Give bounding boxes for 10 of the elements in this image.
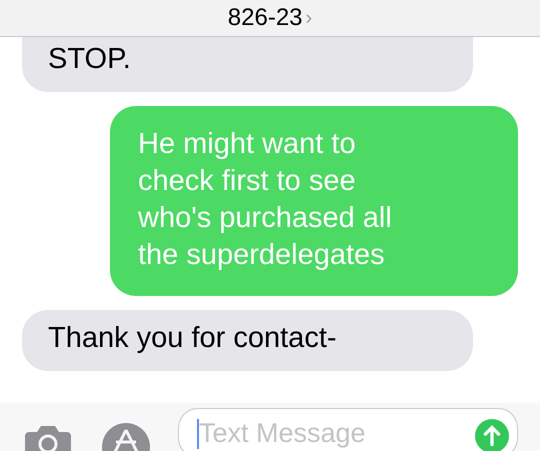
placeholder-text: Text Message [199, 418, 367, 449]
message-bubble: STOP. [22, 37, 473, 92]
chevron-icon[interactable]: › [306, 6, 312, 30]
app-store-icon[interactable] [101, 422, 151, 451]
message-input-field[interactable]: Text Message [178, 408, 518, 451]
message-bubble: Thank you for contact- [22, 310, 473, 371]
message-bubble: He might want to check first to see who's purchased all the superdelegates [110, 106, 518, 296]
contact-title[interactable]: 826-23 [228, 4, 303, 32]
send-icon[interactable] [475, 419, 509, 451]
text-cursor [197, 419, 199, 449]
